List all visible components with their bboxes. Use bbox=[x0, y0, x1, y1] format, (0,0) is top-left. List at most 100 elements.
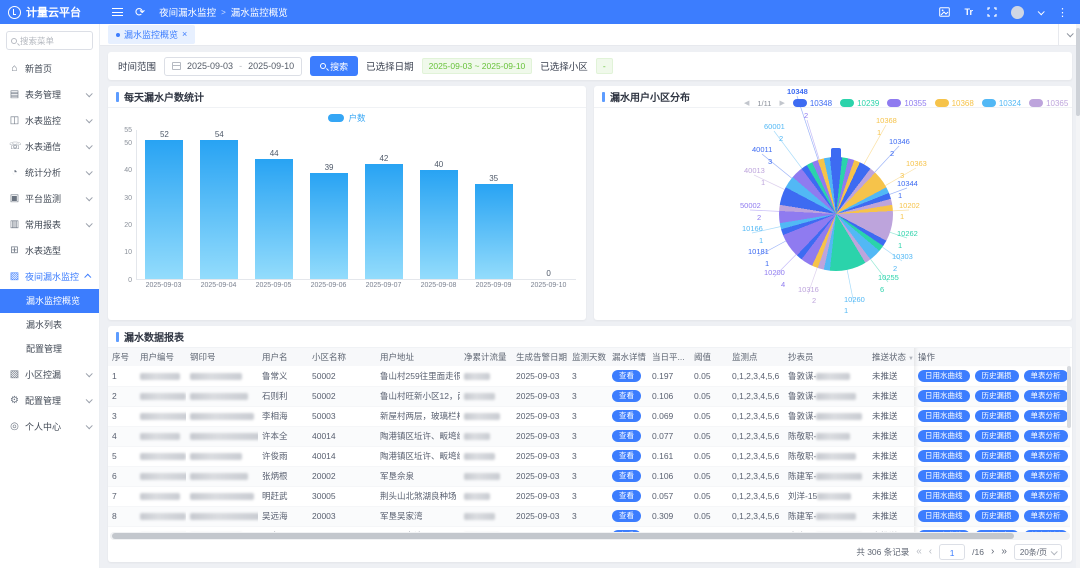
last-page-button[interactable]: » bbox=[1001, 547, 1007, 557]
action-单表分析-button[interactable]: 单表分析 bbox=[1024, 390, 1068, 402]
bar-legend[interactable]: 户数 bbox=[108, 110, 586, 126]
date-start-value[interactable]: 2025-09-03 bbox=[187, 61, 233, 71]
legend-item-10355[interactable]: 10355 bbox=[887, 99, 926, 108]
action-日用水曲线-button[interactable]: 日用水曲线 bbox=[918, 390, 970, 402]
action-历史漏损-button[interactable]: 历史漏损 bbox=[975, 490, 1019, 502]
sidebar-search[interactable] bbox=[6, 31, 93, 50]
page-scrollbar[interactable] bbox=[1076, 24, 1080, 568]
action-日用水曲线-button[interactable]: 日用水曲线 bbox=[918, 410, 970, 422]
sidebar-subitem-漏水列表[interactable]: 漏水列表 bbox=[0, 313, 99, 337]
sidebar-item-新首页[interactable]: ⌂新首页 bbox=[0, 55, 99, 81]
sidebar-subitem-漏水监控概览[interactable]: 漏水监控概览 bbox=[0, 289, 99, 313]
table-row[interactable]: 4许本全40014陶港镇区坵许、畈塆组2025-09-033查看0.0770.0… bbox=[108, 426, 1070, 446]
bar[interactable] bbox=[200, 140, 238, 279]
view-detail-button[interactable]: 查看 bbox=[612, 430, 641, 442]
bar[interactable] bbox=[420, 170, 458, 279]
view-detail-button[interactable]: 查看 bbox=[612, 490, 641, 502]
table-row[interactable]: 7明赶武30005荆头山北煞湖良种场2025-09-033查看0.0570.05… bbox=[108, 486, 1070, 506]
sidebar-item-配置管理[interactable]: ⚙配置管理 bbox=[0, 387, 99, 413]
table-horizontal-scrollbar[interactable] bbox=[110, 532, 1070, 540]
action-日用水曲线-button[interactable]: 日用水曲线 bbox=[918, 490, 970, 502]
sidebar-item-夜间漏水监控[interactable]: ▨夜间漏水监控 bbox=[0, 263, 99, 289]
action-日用水曲线-button[interactable]: 日用水曲线 bbox=[918, 370, 970, 382]
sidebar-item-水表选型[interactable]: ⊞水表选型 bbox=[0, 237, 99, 263]
view-detail-button[interactable]: 查看 bbox=[612, 470, 641, 482]
view-detail-button[interactable]: 查看 bbox=[612, 510, 641, 522]
table-row[interactable]: 3李相海50003新屋村两层，玻璃栏杆2025-09-033查看0.0690.0… bbox=[108, 406, 1070, 426]
action-历史漏损-button[interactable]: 历史漏损 bbox=[975, 430, 1019, 442]
action-历史漏损-button[interactable]: 历史漏损 bbox=[975, 510, 1019, 522]
search-button[interactable]: 搜索 bbox=[310, 56, 358, 76]
fullscreen-icon[interactable] bbox=[987, 7, 997, 17]
table-row[interactable]: 1鲁常义50002鲁山村259往里面走很远2025-09-033查看0.1970… bbox=[108, 366, 1070, 386]
chevron-down-icon[interactable] bbox=[1038, 8, 1045, 15]
legend-prev-icon[interactable]: ◀ bbox=[744, 99, 749, 107]
sidebar-item-平台监测[interactable]: ▣平台监测 bbox=[0, 185, 99, 211]
legend-item-10239[interactable]: 10239 bbox=[840, 99, 879, 108]
breadcrumb-parent[interactable]: 夜间漏水监控 bbox=[159, 5, 216, 19]
action-日用水曲线-button[interactable]: 日用水曲线 bbox=[918, 430, 970, 442]
page-number-input[interactable]: 1 bbox=[939, 544, 965, 560]
filter-icon[interactable]: ▼ bbox=[908, 356, 914, 362]
action-历史漏损-button[interactable]: 历史漏损 bbox=[975, 410, 1019, 422]
action-日用水曲线-button[interactable]: 日用水曲线 bbox=[918, 470, 970, 482]
date-range-input[interactable]: 2025-09-03 - 2025-09-10 bbox=[164, 57, 302, 76]
action-日用水曲线-button[interactable]: 日用水曲线 bbox=[918, 450, 970, 462]
action-单表分析-button[interactable]: 单表分析 bbox=[1024, 370, 1068, 382]
legend-item-10365[interactable]: 10365 bbox=[1029, 99, 1068, 108]
sidebar-item-小区控漏[interactable]: ▧小区控漏 bbox=[0, 361, 99, 387]
bar[interactable] bbox=[475, 184, 513, 279]
action-历史漏损-button[interactable]: 历史漏损 bbox=[975, 390, 1019, 402]
table-row[interactable]: 2石则利50002鲁山村旺新小区12，两层2025-09-033查看0.1060… bbox=[108, 386, 1070, 406]
legend-item-10368[interactable]: 10368 bbox=[935, 99, 974, 108]
sidebar-subitem-配置管理[interactable]: 配置管理 bbox=[0, 337, 99, 361]
sidebar-item-常用报表[interactable]: ▥常用报表 bbox=[0, 211, 99, 237]
refresh-icon[interactable]: ⟳ bbox=[135, 6, 145, 18]
tab-leak-overview[interactable]: 漏水监控概览 × bbox=[108, 25, 195, 44]
collapse-menu-icon[interactable] bbox=[112, 8, 123, 16]
action-单表分析-button[interactable]: 单表分析 bbox=[1024, 430, 1068, 442]
prev-page-button[interactable]: ‹ bbox=[929, 547, 932, 557]
action-单表分析-button[interactable]: 单表分析 bbox=[1024, 490, 1068, 502]
table-row[interactable]: 6张炳根20002军垦佘泉2025-09-033查看0.1060.050,1,2… bbox=[108, 466, 1070, 486]
action-单表分析-button[interactable]: 单表分析 bbox=[1024, 410, 1068, 422]
screenshot-icon[interactable] bbox=[939, 7, 950, 17]
view-detail-button[interactable]: 查看 bbox=[612, 370, 641, 382]
date-end-value[interactable]: 2025-09-10 bbox=[248, 61, 294, 71]
tab-list-dropdown[interactable] bbox=[1058, 24, 1072, 45]
bar[interactable] bbox=[145, 140, 183, 279]
pie-circle[interactable] bbox=[779, 157, 893, 271]
kebab-menu-icon[interactable]: ⋮ bbox=[1057, 6, 1068, 19]
bar[interactable] bbox=[255, 159, 293, 279]
action-单表分析-button[interactable]: 单表分析 bbox=[1024, 450, 1068, 462]
action-历史漏损-button[interactable]: 历史漏损 bbox=[975, 470, 1019, 482]
table-row[interactable]: 5许俊雨40014陶港镇区坵许、畈塆组2025-09-033查看0.1610.0… bbox=[108, 446, 1070, 466]
legend-next-icon[interactable]: ▶ bbox=[779, 99, 784, 107]
action-单表分析-button[interactable]: 单表分析 bbox=[1024, 510, 1068, 522]
bar[interactable] bbox=[310, 173, 348, 279]
action-历史漏损-button[interactable]: 历史漏损 bbox=[975, 450, 1019, 462]
sidebar-search-input[interactable] bbox=[20, 36, 88, 46]
table-vertical-scrollbar[interactable] bbox=[1067, 366, 1071, 428]
view-detail-button[interactable]: 查看 bbox=[612, 450, 641, 462]
tab-close-icon[interactable]: × bbox=[182, 30, 187, 39]
next-page-button[interactable]: › bbox=[991, 547, 994, 557]
table-row[interactable]: 8吴远海20003军垦吴家湾2025-09-033查看0.3090.050,1,… bbox=[108, 506, 1070, 526]
first-page-button[interactable]: « bbox=[916, 547, 922, 557]
sidebar-item-统计分析[interactable]: ◔统计分析 bbox=[0, 159, 99, 185]
action-历史漏损-button[interactable]: 历史漏损 bbox=[975, 370, 1019, 382]
page-size-select[interactable]: 20条/页 bbox=[1014, 544, 1062, 560]
avatar[interactable] bbox=[1011, 6, 1024, 19]
sidebar-item-水表监控[interactable]: ◫水表监控 bbox=[0, 107, 99, 133]
sidebar-item-个人中心[interactable]: ◎个人中心 bbox=[0, 413, 99, 439]
view-detail-button[interactable]: 查看 bbox=[612, 410, 641, 422]
bar[interactable] bbox=[365, 164, 403, 279]
action-日用水曲线-button[interactable]: 日用水曲线 bbox=[918, 510, 970, 522]
view-detail-button[interactable]: 查看 bbox=[612, 390, 641, 402]
translate-icon[interactable]: Tr bbox=[964, 7, 973, 17]
action-单表分析-button[interactable]: 单表分析 bbox=[1024, 470, 1068, 482]
sidebar-item-水表通信[interactable]: ☏水表通信 bbox=[0, 133, 99, 159]
col-header-推送状态[interactable]: 推送状态▼ bbox=[868, 348, 914, 366]
sidebar-item-表务管理[interactable]: ▤表务管理 bbox=[0, 81, 99, 107]
legend-item-10324[interactable]: 10324 bbox=[982, 99, 1021, 108]
